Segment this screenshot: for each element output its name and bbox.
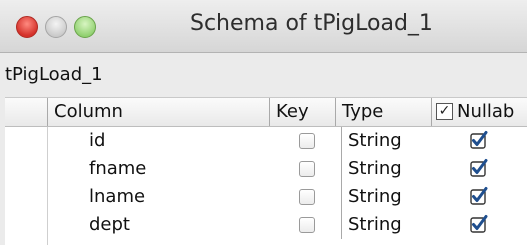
- column-name-cell[interactable]: lname: [89, 183, 145, 211]
- table-row[interactable]: fname String: [5, 155, 527, 183]
- window-title: Schema of tPigLoad_1: [190, 11, 433, 36]
- key-checkbox[interactable]: [299, 217, 315, 233]
- checkmark-icon: [470, 131, 488, 149]
- schema-table: Column Key Type ✓ Nullab id String fname Str…: [5, 97, 527, 245]
- table-row[interactable]: lname String: [5, 183, 527, 211]
- nullable-checkbox[interactable]: [469, 130, 489, 150]
- column-name-cell[interactable]: fname: [89, 155, 146, 183]
- table-row[interactable]: id String: [5, 127, 527, 155]
- column-header-nullable[interactable]: ✓ Nullab: [431, 98, 527, 126]
- type-cell[interactable]: String: [341, 127, 402, 155]
- key-checkbox[interactable]: [299, 189, 315, 205]
- column-header-key[interactable]: Key: [269, 98, 335, 126]
- table-row[interactable]: dept String: [5, 211, 527, 239]
- nullable-header-checkbox[interactable]: ✓: [436, 102, 453, 120]
- type-cell[interactable]: String: [341, 155, 402, 183]
- key-checkbox[interactable]: [299, 161, 315, 177]
- checkmark-icon: [470, 215, 488, 233]
- nullable-checkbox[interactable]: [469, 158, 489, 178]
- column-name-cell[interactable]: dept: [89, 211, 130, 239]
- column-name-cell[interactable]: id: [89, 127, 105, 155]
- checkmark-icon: [470, 159, 488, 177]
- type-cell[interactable]: String: [341, 183, 402, 211]
- table-header: Column Key Type ✓ Nullab: [5, 98, 527, 127]
- window-titlebar: Schema of tPigLoad_1: [0, 0, 527, 53]
- key-checkbox[interactable]: [299, 133, 315, 149]
- column-header-column[interactable]: Column: [47, 98, 269, 126]
- row-number-header[interactable]: [5, 98, 47, 126]
- column-header-nullable-label: Nullab: [457, 101, 515, 122]
- nullable-checkbox[interactable]: [469, 186, 489, 206]
- type-cell[interactable]: String: [341, 211, 402, 239]
- column-header-type[interactable]: Type: [335, 98, 431, 126]
- zoom-window-button[interactable]: [74, 16, 96, 38]
- component-name-label: tPigLoad_1: [5, 64, 103, 85]
- close-window-button[interactable]: [16, 16, 38, 38]
- minimize-window-button[interactable]: [45, 16, 67, 38]
- checkmark-icon: [470, 187, 488, 205]
- nullable-checkbox[interactable]: [469, 214, 489, 234]
